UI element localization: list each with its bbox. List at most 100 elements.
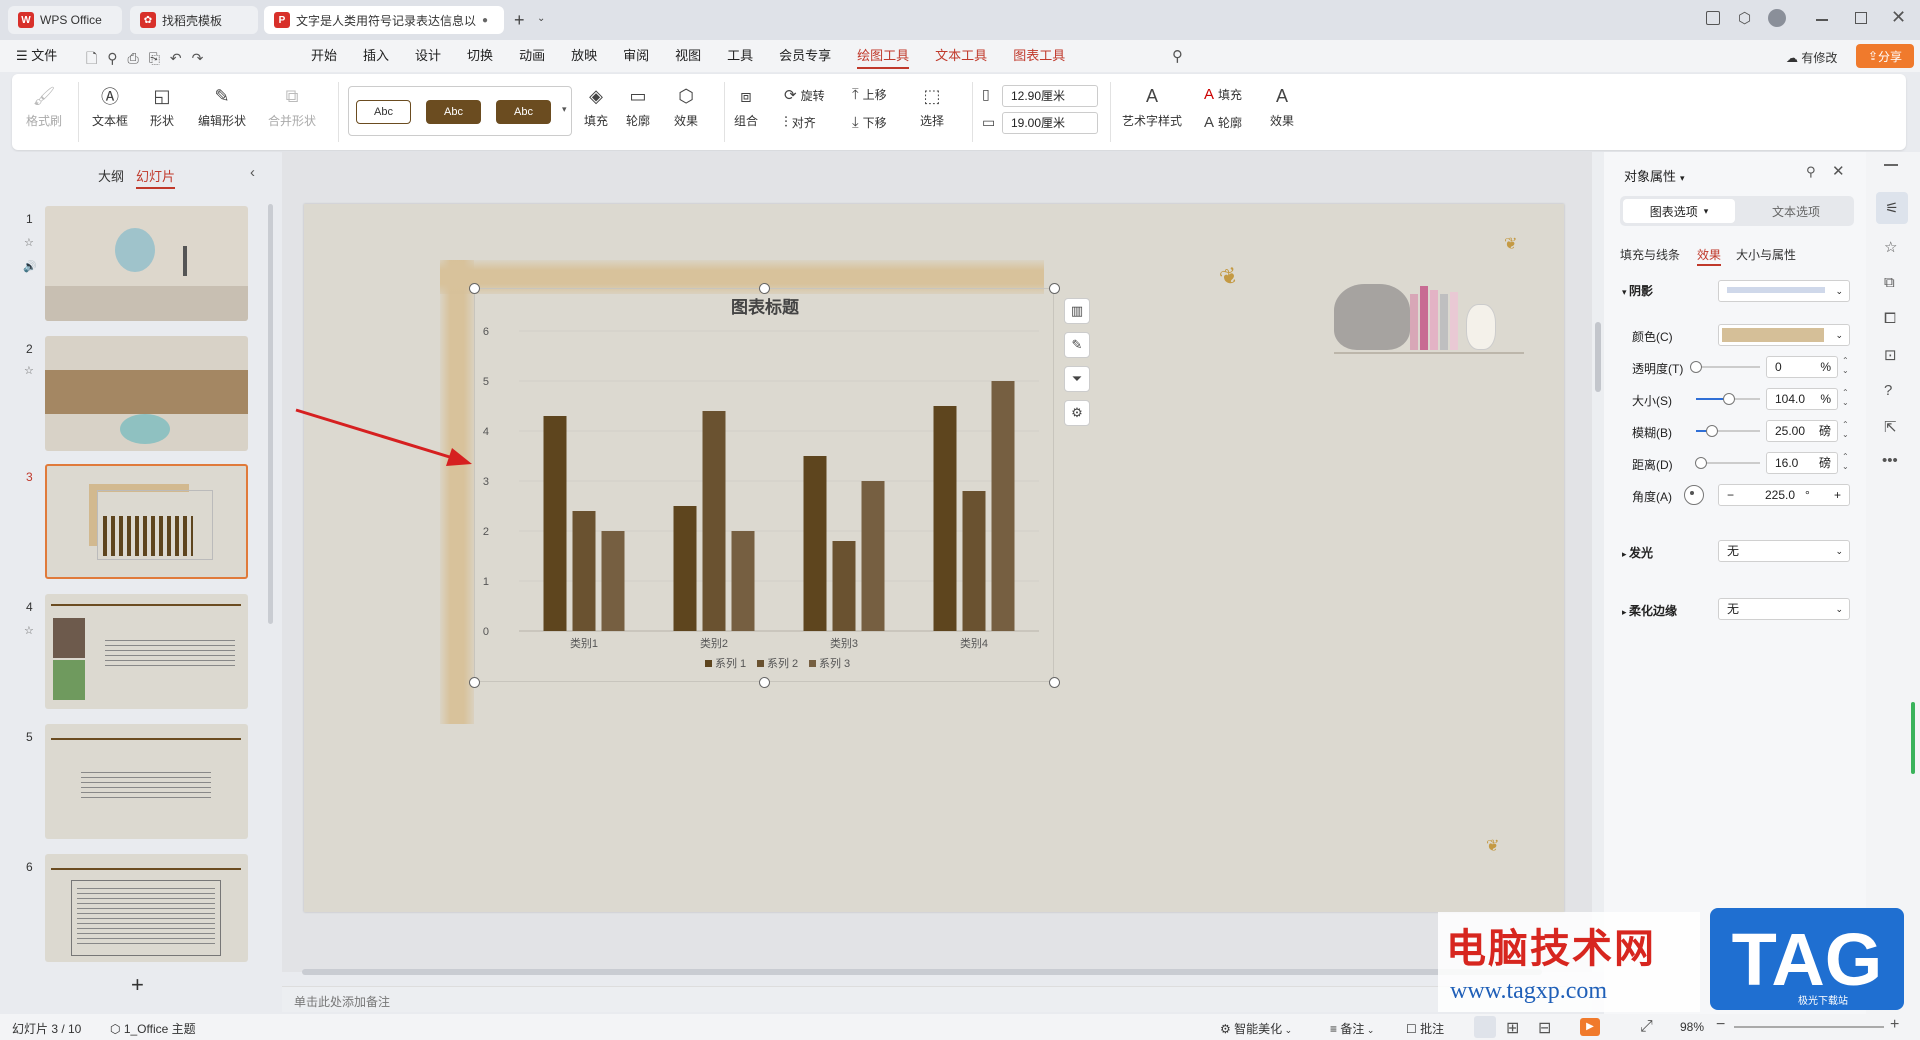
minimize-icon[interactable] [1816, 19, 1828, 21]
pin-icon[interactable]: ⚲ [1806, 164, 1816, 180]
menu-insert[interactable]: 插入 [350, 40, 402, 72]
resize-handle[interactable] [469, 677, 480, 688]
textbox-button[interactable]: Ⓐ 文本框 [92, 84, 128, 129]
search-icon[interactable]: ⚲ [1172, 47, 1183, 65]
zoom-in-icon[interactable]: + [1890, 1016, 1899, 1034]
minus-icon[interactable] [1884, 164, 1898, 166]
star-icon[interactable]: ☆ [24, 364, 34, 377]
smart-beautify-button[interactable]: ⚙ 智能美化 ⌄ [1220, 1020, 1292, 1037]
text-options-tab[interactable]: 文本选项 [1740, 199, 1852, 223]
distance-input[interactable]: 16.0 磅 [1766, 452, 1838, 474]
angle-input[interactable]: − 225.0 ° + [1718, 484, 1850, 506]
layout-icon[interactable] [1706, 11, 1720, 25]
art-text-style-button[interactable]: A 艺术字样式 [1122, 84, 1182, 129]
share-button[interactable]: ⇪ 分享 [1856, 44, 1914, 68]
size-input[interactable]: 104.0% [1766, 388, 1838, 410]
spinner-icon[interactable]: ⌃ ⌄ [1842, 420, 1849, 440]
modified-status[interactable]: ☁ 有修改 [1786, 49, 1837, 66]
shape-button[interactable]: ◱ 形状 [150, 84, 174, 129]
copy-icon[interactable]: ⧉ [1884, 274, 1895, 291]
resize-handle[interactable] [759, 677, 770, 688]
add-slide-button[interactable]: + [131, 972, 144, 998]
menu-animation[interactable]: 动画 [506, 40, 558, 72]
select-button[interactable]: ⬚ 选择 [920, 84, 944, 129]
resize-handle[interactable] [469, 283, 480, 294]
chart-style-brush-icon[interactable]: ✎ [1064, 332, 1090, 358]
tab-docer-templates[interactable]: ✿ 找稻壳模板 [130, 6, 258, 34]
width-input[interactable]: 12.90厘米 [1002, 85, 1098, 107]
star-icon[interactable]: ☆ [24, 624, 34, 637]
share-tool-icon[interactable]: ⇱ [1884, 418, 1897, 436]
blur-slider[interactable] [1696, 425, 1760, 437]
zoom-level[interactable]: 98% [1680, 1020, 1704, 1034]
tab-wps-office[interactable]: W WPS Office [8, 6, 122, 34]
theme-indicator[interactable]: ⬡ 1_Office 主题 [110, 1020, 196, 1037]
chart-elements-icon[interactable]: ▥ [1064, 298, 1090, 324]
gallery-expand-icon[interactable]: ▾ [562, 104, 567, 115]
text-fill-button[interactable]: A 填充 [1204, 86, 1242, 103]
close-window-icon[interactable]: ✕ [1891, 7, 1906, 28]
resize-handle[interactable] [1049, 677, 1060, 688]
slide-thumbnail-5[interactable] [45, 724, 248, 839]
distance-slider[interactable] [1695, 457, 1760, 469]
slide-thumbnail-3-selected[interactable] [45, 464, 248, 579]
tab-current-presentation[interactable]: P 文字是人类用符号记录表达信息以 ● [264, 6, 504, 34]
restore-icon[interactable] [1855, 12, 1867, 24]
slide-thumbnail-4[interactable] [45, 594, 248, 709]
menu-text-tools[interactable]: 文本工具 [922, 40, 1000, 72]
chart-title[interactable]: 图表标题 [731, 297, 800, 317]
menu-slideshow[interactable]: 放映 [558, 40, 610, 72]
spinner-icon[interactable]: ⌃ ⌄ [1842, 356, 1849, 376]
increment-icon[interactable]: + [1834, 485, 1841, 505]
glow-dropdown[interactable]: 无 ⌄ [1718, 540, 1850, 562]
unsaved-dot-icon[interactable]: ● [482, 15, 488, 26]
menu-member[interactable]: 会员专享 [766, 40, 844, 72]
effect-button[interactable]: ⬡ 效果 [674, 84, 698, 129]
resize-handle[interactable] [1049, 283, 1060, 294]
size-property-subtab[interactable]: 大小与属性 [1736, 246, 1796, 263]
notes-button[interactable]: ≡ 备注 ⌄ [1330, 1020, 1374, 1037]
new-tab-icon[interactable]: + [514, 10, 525, 31]
height-input[interactable]: 19.00厘米 [1002, 112, 1098, 134]
menu-design[interactable]: 设计 [402, 40, 454, 72]
outline-button[interactable]: ▭ 轮廓 [626, 84, 650, 129]
play-slideshow-icon[interactable]: ▶ [1580, 1018, 1600, 1036]
format-painter-button[interactable]: 🖌 格式刷 [26, 84, 62, 129]
group-button[interactable]: ⧈ 组合 [734, 84, 758, 129]
merge-shape-button[interactable]: ⧉ 合并形状 [268, 84, 316, 129]
menu-view[interactable]: 视图 [662, 40, 714, 72]
rotate-button[interactable]: ⟳ 旋转 [784, 86, 825, 104]
help-icon[interactable]: ? [1884, 382, 1892, 399]
glow-section[interactable]: ▸ 发光 [1622, 544, 1653, 561]
chart-legend[interactable]: 系列 1 系列 2 系列 3 [705, 656, 850, 670]
menu-tools[interactable]: 工具 [714, 40, 766, 72]
shape-style-1[interactable]: Abc [356, 100, 411, 124]
decrement-icon[interactable]: − [1727, 485, 1734, 505]
text-outline-button[interactable]: A 轮廓 [1204, 114, 1242, 131]
shadow-section[interactable]: ▾ 阴影 [1622, 282, 1653, 299]
shadow-color-picker[interactable]: ⌄ [1718, 324, 1850, 346]
vertical-scrollbar-thumb[interactable] [1595, 322, 1601, 392]
slider-knob[interactable] [1723, 393, 1736, 405]
slides-tab[interactable]: 幻灯片 [136, 166, 176, 189]
chevron-down-icon[interactable]: ⌄ [537, 13, 545, 24]
outline-tab[interactable]: 大纲 [98, 166, 124, 185]
edit-shape-button[interactable]: ✎ 编辑形状 [198, 84, 246, 129]
normal-view-icon[interactable] [1474, 1016, 1496, 1038]
grid-view-icon[interactable]: ⊞ [1506, 1018, 1519, 1038]
chart-settings-icon[interactable]: ⚙ [1064, 400, 1090, 426]
fit-window-icon[interactable]: ⤢ [1640, 1018, 1653, 1036]
send-down-button[interactable]: ⤓ 下移 [852, 114, 887, 131]
spinner-icon[interactable]: ⌃ ⌄ [1842, 388, 1849, 408]
quick-access-icons[interactable]: 🗋⚲⎙⎘↶↷ [86, 48, 213, 72]
avatar[interactable] [1768, 9, 1786, 27]
slide-thumbnail-1[interactable] [45, 206, 248, 321]
blur-input[interactable]: 25.00 磅 [1766, 420, 1838, 442]
star-icon[interactable]: ☆ [24, 236, 34, 249]
slider-knob[interactable] [1690, 361, 1702, 373]
bring-up-button[interactable]: ⤒ 上移 [852, 86, 887, 103]
notes-pane[interactable]: 单击此处添加备注 [282, 986, 1592, 1012]
horizontal-scrollbar-thumb[interactable] [302, 969, 1542, 975]
zoom-slider[interactable] [1734, 1026, 1884, 1028]
angle-dial[interactable] [1684, 485, 1704, 505]
